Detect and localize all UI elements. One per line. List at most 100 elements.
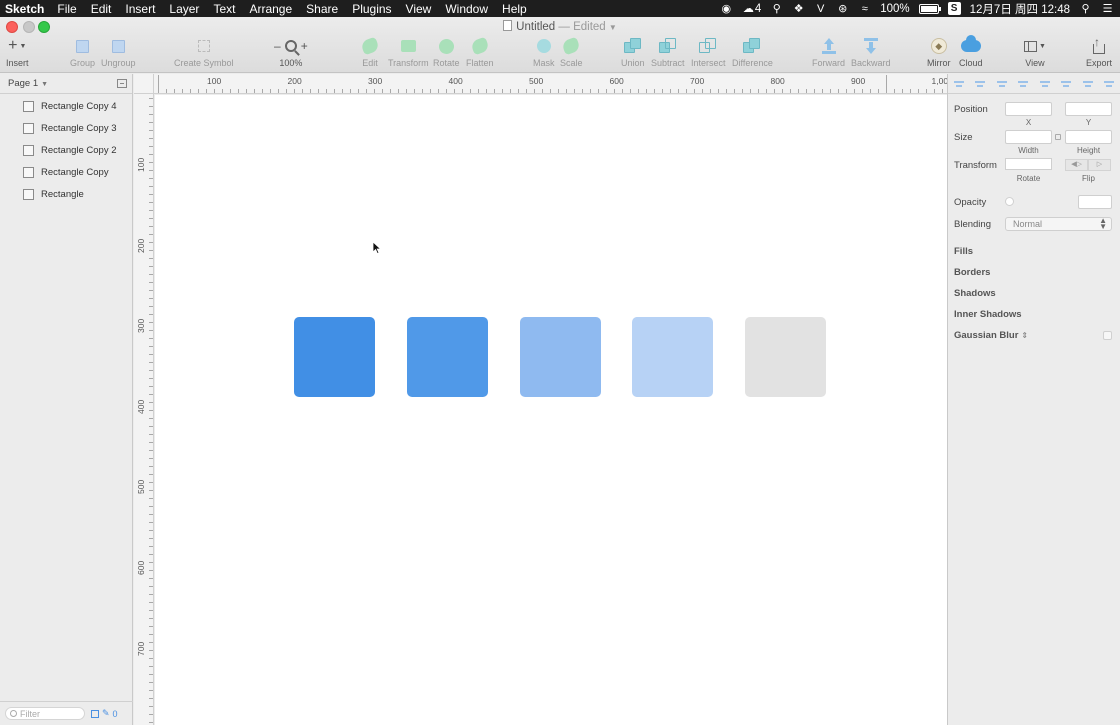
document-title[interactable]: Untitled — Edited ▼ bbox=[0, 20, 1120, 33]
slice-filter-icon[interactable]: ✎ bbox=[102, 708, 110, 719]
ruler-label: 800 bbox=[770, 76, 785, 86]
notification-center-icon[interactable]: ☰ bbox=[1101, 3, 1114, 15]
menu-arrange[interactable]: Arrange bbox=[242, 2, 299, 16]
bell-icon[interactable]: ⚲ bbox=[770, 3, 783, 15]
align-right-icon[interactable] bbox=[1039, 79, 1050, 89]
menu-help[interactable]: Help bbox=[495, 2, 534, 16]
edit-button[interactable]: Edit bbox=[360, 36, 380, 68]
distribute-horizontal-icon[interactable] bbox=[954, 79, 964, 89]
layer-item[interactable]: Rectangle bbox=[0, 183, 132, 205]
position-x-field[interactable] bbox=[1005, 102, 1052, 116]
mask-label: Mask bbox=[533, 58, 555, 68]
canvas[interactable] bbox=[155, 95, 947, 725]
menu-text[interactable]: Text bbox=[206, 2, 242, 16]
difference-button[interactable]: Difference bbox=[732, 37, 773, 68]
clock[interactable]: 12月7日 周四 12:48 bbox=[970, 1, 1070, 17]
layer-item[interactable]: Rectangle Copy 4 bbox=[0, 96, 132, 118]
rectangle-copy-4-layer[interactable] bbox=[745, 317, 826, 397]
zoom-level[interactable]: 100% bbox=[279, 58, 302, 68]
subtract-button[interactable]: Subtract bbox=[651, 37, 685, 68]
gaussian-blur-checkbox[interactable] bbox=[1103, 331, 1112, 340]
borders-section[interactable]: Borders bbox=[954, 267, 990, 278]
layer-item[interactable]: Rectangle Copy 2 bbox=[0, 140, 132, 162]
zoom-in-button[interactable]: + bbox=[301, 39, 308, 53]
menu-insert[interactable]: Insert bbox=[118, 2, 162, 16]
layer-filter-input[interactable]: Filter bbox=[5, 707, 85, 720]
layer-item[interactable]: Rectangle Copy bbox=[0, 161, 132, 183]
zoom-out-button[interactable]: – bbox=[274, 39, 281, 53]
flatten-button[interactable]: Flatten bbox=[466, 36, 494, 68]
dropbox-icon[interactable]: ❖ bbox=[792, 3, 805, 15]
align-left-icon[interactable] bbox=[996, 79, 1007, 89]
spotlight-search-icon[interactable]: ⚲ bbox=[1079, 3, 1092, 15]
ruler-tick bbox=[149, 426, 153, 427]
align-bottom-icon[interactable] bbox=[1103, 79, 1114, 89]
rectangle-layer[interactable] bbox=[294, 317, 375, 397]
ungroup-button[interactable]: Ungroup bbox=[101, 37, 136, 68]
battery-icon[interactable] bbox=[918, 3, 941, 14]
page-selector[interactable]: Page 1 ▼ bbox=[0, 74, 132, 94]
layer-item[interactable]: Rectangle Copy 3 bbox=[0, 118, 132, 140]
backward-button[interactable]: Backward bbox=[851, 37, 891, 68]
union-button[interactable]: Union bbox=[621, 37, 645, 68]
menu-share[interactable]: Share bbox=[299, 2, 345, 16]
menu-file[interactable]: File bbox=[50, 2, 83, 16]
ruler-tick bbox=[590, 89, 591, 93]
gaussian-blur-section[interactable]: Gaussian Blur ⇕ bbox=[954, 330, 1028, 341]
menu-layer[interactable]: Layer bbox=[162, 2, 206, 16]
position-y-field[interactable] bbox=[1065, 102, 1112, 116]
bluetooth-icon[interactable]: ⊛ bbox=[836, 3, 849, 15]
blending-select[interactable]: Normal ▲ ▼ bbox=[1005, 217, 1112, 231]
zoom-control: – + 100% bbox=[274, 37, 308, 68]
sogou-input-icon[interactable]: S bbox=[947, 2, 961, 15]
record-icon[interactable]: ◉ bbox=[720, 3, 733, 15]
rectangle-copy-layer[interactable] bbox=[407, 317, 488, 397]
scale-button[interactable]: Scale bbox=[560, 36, 583, 68]
align-middle-icon[interactable] bbox=[1082, 79, 1093, 89]
transform-button[interactable]: Transform bbox=[388, 37, 429, 68]
battery-percent[interactable]: 100% bbox=[880, 3, 909, 15]
menu-edit[interactable]: Edit bbox=[84, 2, 119, 16]
width-field[interactable] bbox=[1005, 130, 1052, 144]
rotate-field[interactable] bbox=[1005, 158, 1052, 170]
wechat-status[interactable]: ☁4 bbox=[742, 3, 761, 15]
export-button[interactable]: Export bbox=[1086, 35, 1112, 68]
align-center-icon[interactable] bbox=[1018, 79, 1029, 89]
vectorize-icon[interactable]: V bbox=[814, 3, 827, 15]
opacity-field[interactable] bbox=[1078, 195, 1112, 209]
rectangle-copy-3-layer[interactable] bbox=[632, 317, 713, 397]
intersect-button[interactable]: Intersect bbox=[691, 37, 726, 68]
toggle-pages-icon[interactable] bbox=[117, 79, 127, 88]
horizontal-ruler[interactable]: 100 200 300 400 500 600 700 800 900 1,00 bbox=[134, 74, 948, 94]
flip-vertical-button[interactable]: ▷ bbox=[1088, 159, 1111, 171]
group-button[interactable]: Group bbox=[70, 37, 95, 68]
cloud-button[interactable]: Cloud bbox=[959, 35, 983, 68]
height-field[interactable] bbox=[1065, 130, 1112, 144]
align-top-icon[interactable] bbox=[1061, 79, 1072, 89]
ruler-label: 200 bbox=[136, 238, 146, 253]
fills-section[interactable]: Fills bbox=[954, 246, 973, 257]
insert-button[interactable]: + ▼ Insert bbox=[6, 37, 29, 69]
rectangle-layer-icon bbox=[23, 188, 34, 200]
rectangle-copy-2-layer[interactable] bbox=[520, 317, 601, 397]
rotate-button[interactable]: Rotate bbox=[433, 36, 460, 68]
inner-shadows-section[interactable]: Inner Shadows bbox=[954, 309, 1022, 320]
menu-view[interactable]: View bbox=[399, 2, 439, 16]
mask-button[interactable]: Mask bbox=[533, 37, 555, 68]
symbols-filter-icon[interactable] bbox=[91, 709, 99, 718]
shadows-section[interactable]: Shadows bbox=[954, 288, 996, 299]
wifi-icon[interactable]: ≈ bbox=[858, 3, 871, 15]
mirror-button[interactable]: ◆ Mirror bbox=[927, 37, 951, 68]
flip-horizontal-button[interactable]: ◀▷ bbox=[1065, 159, 1088, 171]
view-button[interactable]: ▼ View bbox=[1024, 37, 1046, 68]
forward-button[interactable]: Forward bbox=[812, 37, 845, 68]
ruler-tick bbox=[806, 89, 807, 93]
lock-proportions-icon[interactable] bbox=[1055, 134, 1061, 140]
menu-plugins[interactable]: Plugins bbox=[345, 2, 398, 16]
vertical-ruler[interactable]: 100 200 300 400 500 600 700 bbox=[134, 94, 154, 725]
distribute-vertical-icon[interactable] bbox=[975, 79, 986, 89]
app-menu-sketch[interactable]: Sketch bbox=[0, 2, 50, 16]
opacity-slider-knob[interactable] bbox=[1005, 197, 1014, 206]
menu-window[interactable]: Window bbox=[438, 2, 495, 16]
create-symbol-button[interactable]: Create Symbol bbox=[174, 37, 234, 68]
